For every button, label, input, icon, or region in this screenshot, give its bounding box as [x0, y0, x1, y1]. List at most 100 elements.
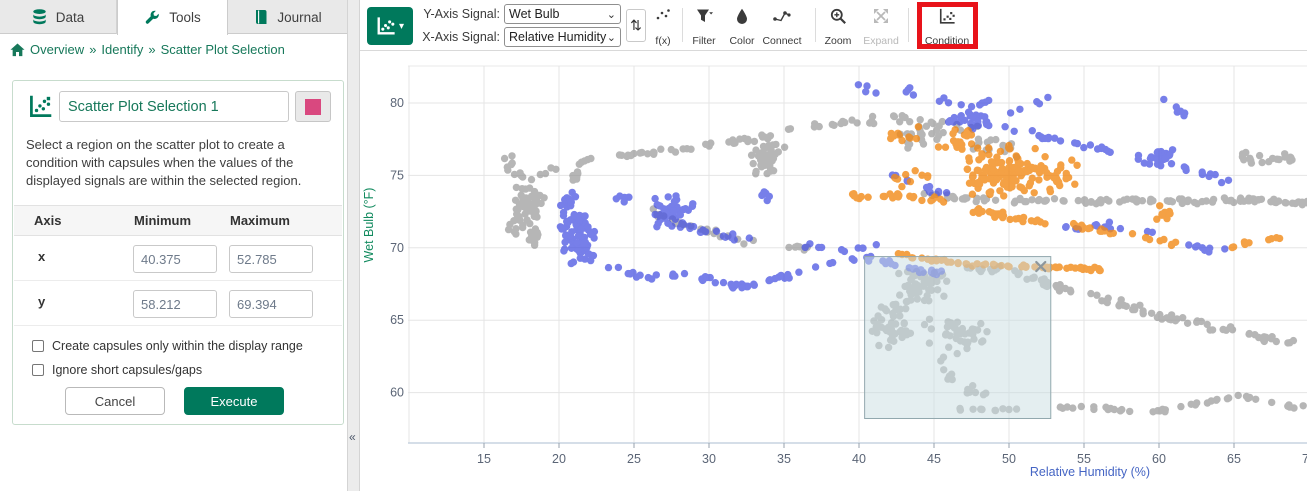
- tab-tools-label: Tools: [169, 10, 201, 25]
- x-axis-signal-select[interactable]: Relative Humidity ⌄: [504, 27, 621, 47]
- expand-label: Expand: [863, 35, 899, 47]
- breadcrumb-overview[interactable]: Overview: [30, 42, 84, 57]
- magnifier-icon: [830, 8, 847, 30]
- scatter-plot-region: ▾ Y-Axis Signal: Wet Bulb ⌄ X-Axis Signa…: [360, 0, 1307, 491]
- svg-text:60: 60: [390, 386, 404, 400]
- scatter-plot-selection-panel: Select a region on the scatter plot to c…: [12, 80, 344, 425]
- scatter-plot-icon: [28, 94, 53, 124]
- chart-area: 1520253035404550556065706065707580Wet Bu…: [360, 51, 1307, 491]
- svg-text:75: 75: [390, 168, 404, 182]
- filter-label: Filter: [692, 35, 715, 47]
- checkbox-row-ignore-short: Ignore short capsules/gaps: [32, 363, 202, 377]
- column-minimum: Minimum: [134, 213, 191, 228]
- svg-text:20: 20: [552, 452, 566, 466]
- condition-label: Condition: [925, 35, 969, 47]
- scatter-plot[interactable]: 1520253035404550556065706065707580Wet Bu…: [360, 51, 1307, 491]
- panel-collapse-gutter: «: [347, 0, 360, 491]
- toolbar-separator: [682, 8, 683, 42]
- x-axis-title: Relative Humidity (%): [1030, 465, 1150, 479]
- y-axis: 6065707580: [390, 96, 404, 400]
- execute-button[interactable]: Execute: [184, 387, 284, 415]
- svg-text:55: 55: [1077, 452, 1091, 466]
- tab-bar: Data Tools Journal: [0, 0, 347, 34]
- cancel-button[interactable]: Cancel: [65, 387, 165, 415]
- connect-button[interactable]: Connect: [758, 5, 806, 47]
- y-maximum-input[interactable]: [229, 290, 313, 318]
- toolbar-separator: [908, 8, 909, 42]
- y-axis-signal-select[interactable]: Wet Bulb ⌄: [504, 4, 621, 24]
- x-axis-signal-label: X-Axis Signal:: [418, 27, 500, 47]
- breadcrumb-current: Scatter Plot Selection: [161, 42, 285, 57]
- condition-name-input[interactable]: [59, 91, 289, 122]
- svg-text:50: 50: [1002, 452, 1016, 466]
- tab-data[interactable]: Data: [0, 0, 117, 34]
- selection-region[interactable]: [865, 257, 1051, 419]
- axis-table-header: Axis Minimum Maximum: [14, 205, 342, 236]
- x-maximum-input[interactable]: [229, 245, 313, 273]
- zoom-button[interactable]: Zoom: [820, 5, 856, 47]
- left-panel: Data Tools Journal Overview »: [0, 0, 347, 491]
- chevron-down-icon: ▾: [399, 21, 404, 32]
- tab-journal[interactable]: Journal: [228, 0, 347, 34]
- chart-type-dropdown-button[interactable]: ▾: [367, 7, 413, 45]
- swap-axes-icon: ⇅: [630, 17, 642, 34]
- y-minimum-input[interactable]: [133, 290, 217, 318]
- svg-text:70: 70: [1302, 452, 1307, 466]
- color-swatch-button[interactable]: [295, 91, 331, 122]
- home-icon[interactable]: [10, 43, 25, 57]
- connect-label: Connect: [762, 35, 801, 47]
- svg-text:30: 30: [702, 452, 716, 466]
- color-swatch-square: [305, 99, 321, 115]
- x-axis: 15 20 25 30 35 40 45 50 55 60 65 70: [408, 443, 1307, 466]
- filter-icon: [696, 8, 713, 29]
- breadcrumb-separator: »: [89, 42, 96, 57]
- tab-journal-label: Journal: [277, 10, 321, 25]
- svg-text:45: 45: [927, 452, 941, 466]
- svg-text:15: 15: [477, 452, 491, 466]
- breadcrumb-separator: »: [148, 42, 155, 57]
- svg-text:40: 40: [852, 452, 866, 466]
- checkbox-row-display-range: Create capsules only within the display …: [32, 339, 303, 353]
- table-row-x: x: [14, 236, 342, 281]
- display-range-label: Create capsules only within the display …: [52, 339, 303, 353]
- swap-axes-button[interactable]: ⇅: [626, 9, 646, 42]
- color-label: Color: [729, 35, 754, 47]
- y-axis-signal-label: Y-Axis Signal:: [418, 4, 500, 24]
- tab-tools[interactable]: Tools: [117, 0, 228, 35]
- zoom-label: Zoom: [825, 35, 852, 47]
- fx-tool-button[interactable]: f(x): [647, 5, 679, 47]
- panel-description: Select a region on the scatter plot to c…: [26, 136, 333, 190]
- connect-dots-icon: [772, 8, 792, 28]
- droplet-icon: [736, 8, 748, 29]
- column-maximum: Maximum: [230, 213, 290, 228]
- svg-text:65: 65: [1227, 452, 1241, 466]
- collapse-panel-button[interactable]: «: [349, 430, 356, 444]
- breadcrumb-identify[interactable]: Identify: [101, 42, 143, 57]
- toolbar-separator: [815, 8, 816, 42]
- x-minimum-input[interactable]: [133, 245, 217, 273]
- condition-button[interactable]: Condition: [922, 5, 972, 47]
- scatter-chart-icon: [376, 16, 396, 36]
- svg-text:65: 65: [390, 313, 404, 327]
- expand-arrows-icon: [873, 8, 889, 29]
- y-axis-signal-value: Wet Bulb: [509, 7, 607, 21]
- chevron-down-icon: ⌄: [607, 8, 616, 21]
- wrench-icon: [144, 10, 160, 26]
- expand-button[interactable]: Expand: [860, 5, 902, 47]
- svg-text:35: 35: [777, 452, 791, 466]
- condition-scatter-icon: [938, 8, 956, 30]
- chevron-down-icon: ⌄: [607, 31, 616, 44]
- breadcrumb: Overview » Identify » Scatter Plot Selec…: [10, 42, 285, 57]
- x-axis-signal-value: Relative Humidity: [509, 30, 607, 44]
- svg-text:60: 60: [1152, 452, 1166, 466]
- column-axis: Axis: [34, 213, 61, 228]
- filter-button[interactable]: Filter: [686, 5, 722, 47]
- tab-data-label: Data: [56, 10, 85, 25]
- display-range-checkbox[interactable]: [32, 340, 44, 352]
- ignore-short-label: Ignore short capsules/gaps: [52, 363, 202, 377]
- database-icon: [32, 9, 47, 25]
- ignore-short-checkbox[interactable]: [32, 364, 44, 376]
- book-icon: [253, 9, 268, 25]
- color-button[interactable]: Color: [724, 5, 760, 47]
- svg-text:25: 25: [627, 452, 641, 466]
